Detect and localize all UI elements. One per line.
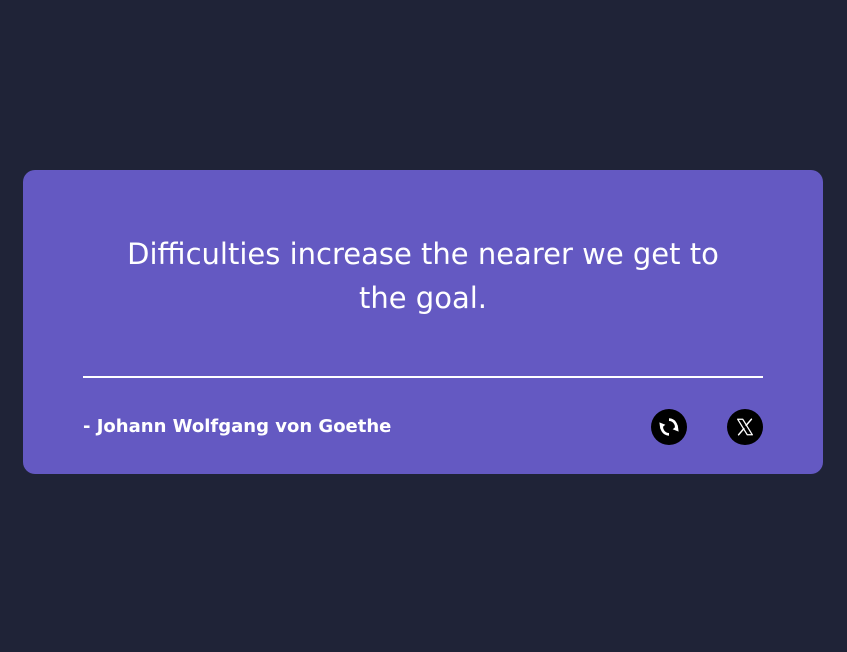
divider — [83, 376, 763, 378]
refresh-icon — [658, 416, 680, 438]
new-quote-button[interactable] — [651, 409, 687, 445]
quote-card: Difficulties increase the nearer we get … — [23, 170, 823, 474]
quote-author: - Johann Wolfgang von Goethe — [83, 416, 392, 437]
quote-text: Difficulties increase the nearer we get … — [127, 237, 719, 315]
share-on-x-button[interactable] — [727, 409, 763, 445]
x-logo-icon — [734, 416, 756, 438]
